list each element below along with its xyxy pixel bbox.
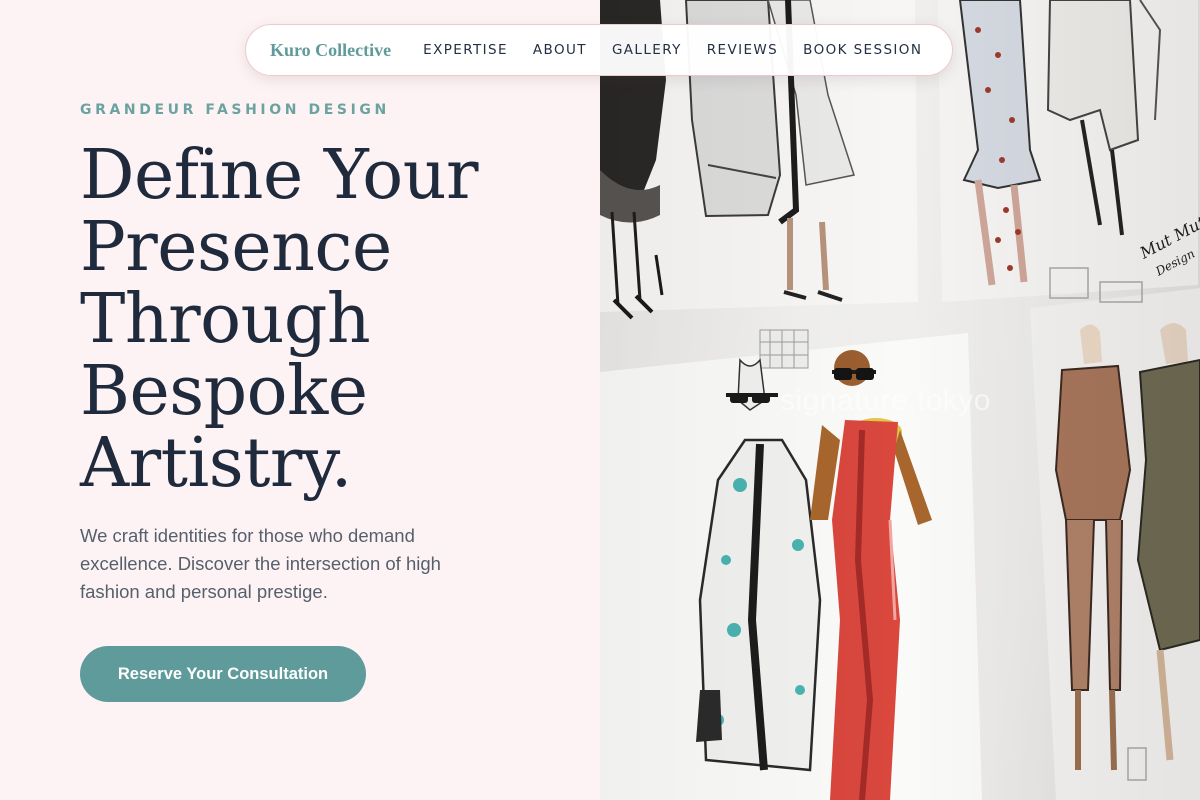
nav-link-gallery[interactable]: GALLERY [612, 42, 682, 58]
description-line: We craft identities for those who demand [80, 525, 415, 546]
top-navigation-bar: Kuro Collective EXPERTISE ABOUT GALLERY … [245, 24, 953, 76]
description-line: fashion and personal prestige. [80, 581, 328, 602]
nav-link-about[interactable]: ABOUT [533, 42, 587, 58]
nav-links: EXPERTISE ABOUT GALLERY REVIEWS BOOK SES… [423, 42, 922, 58]
nav-link-expertise[interactable]: EXPERTISE [423, 42, 508, 58]
headline-line: Define Your [80, 136, 479, 215]
hero-kicker: GRANDEUR FASHION DESIGN [80, 102, 390, 118]
brand-logo[interactable]: Kuro Collective [270, 40, 391, 61]
headline-line: Bespoke [80, 352, 368, 431]
hero-headline: Define Your Presence Through Bespoke Art… [80, 140, 580, 500]
nav-link-book-session[interactable]: BOOK SESSION [803, 42, 922, 58]
hero-description: We craft identities for those who demand… [80, 522, 480, 606]
image-watermark: signature.tokyo [780, 384, 991, 417]
nav-link-reviews[interactable]: REVIEWS [707, 42, 778, 58]
headline-line: Artistry. [80, 424, 352, 503]
description-line: excellence. Discover the intersection of… [80, 553, 441, 574]
headline-line: Presence [80, 208, 392, 287]
headline-line: Through [80, 280, 371, 359]
reserve-consultation-button[interactable]: Reserve Your Consultation [80, 646, 366, 702]
